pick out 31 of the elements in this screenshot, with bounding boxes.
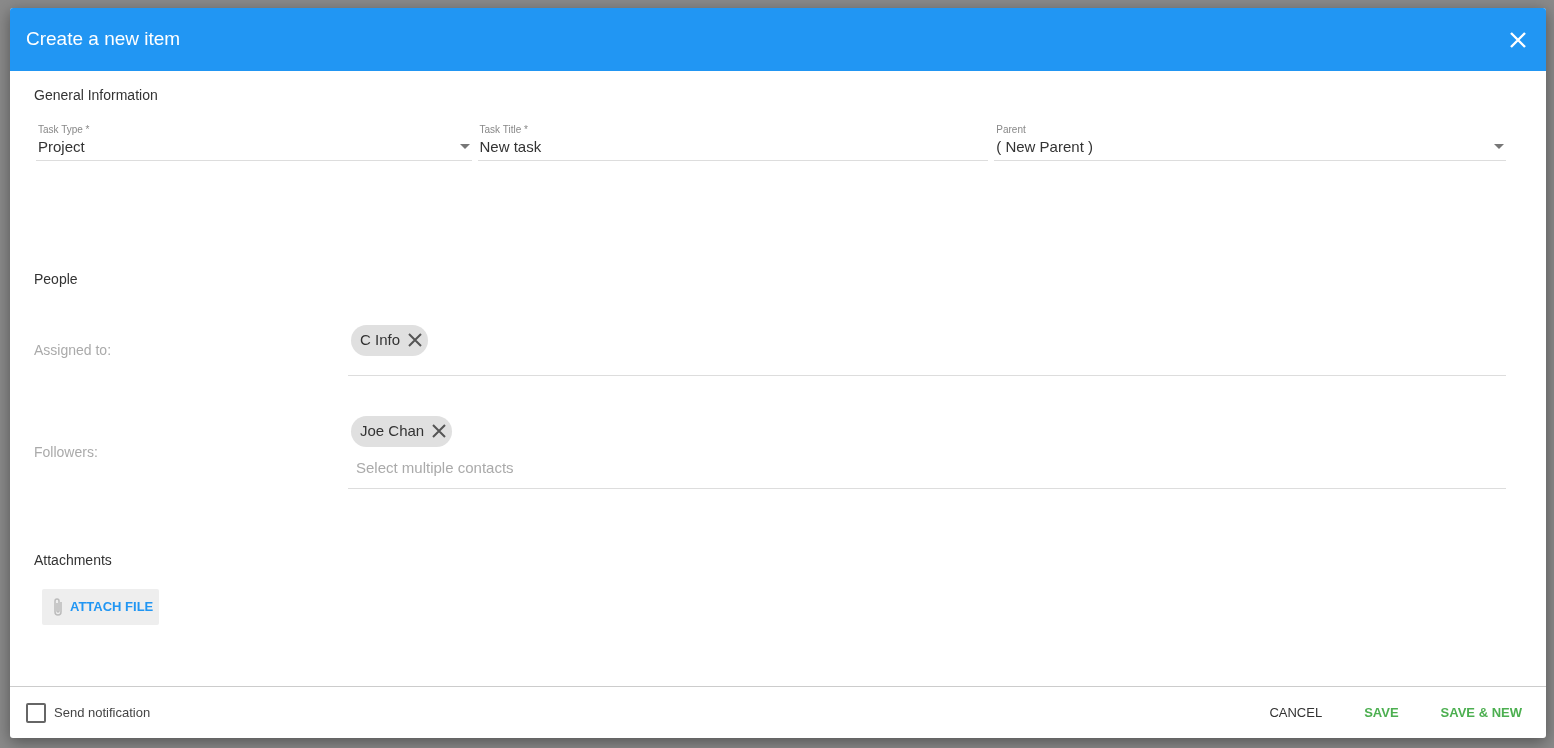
- remove-icon[interactable]: [408, 333, 423, 348]
- field-placeholder: Select multiple contacts: [355, 457, 515, 478]
- field-label: Parent: [996, 122, 1027, 137]
- paperclip-icon: [52, 596, 64, 617]
- contact-chip[interactable]: C Info: [351, 324, 429, 356]
- chip-label: C Info: [360, 329, 401, 350]
- contact-field[interactable]: Joe Chan Select multiple contacts: [348, 415, 1506, 490]
- input-field[interactable]: Task Title * New task: [477, 122, 989, 161]
- field-value: ( New Parent ): [996, 136, 1093, 157]
- dropdown-caret-icon: [459, 144, 470, 150]
- field-label: Task Title *: [479, 122, 529, 137]
- section-heading: People: [34, 270, 79, 288]
- field-label: Followers:: [34, 442, 99, 462]
- field-label: Assigned to:: [34, 340, 113, 360]
- dropdown-field[interactable]: Parent ( New Parent ): [994, 122, 1506, 161]
- remove-icon[interactable]: [432, 424, 447, 439]
- field-value: New task: [479, 136, 542, 157]
- section-heading: Attachments: [34, 552, 113, 569]
- chip-label: Joe Chan: [360, 420, 425, 441]
- close-icon: [1510, 31, 1526, 48]
- contact-chip[interactable]: Joe Chan: [351, 415, 453, 447]
- dropdown-caret-icon: [1494, 144, 1504, 150]
- field-label: Task Type *: [38, 122, 91, 137]
- dropdown-field[interactable]: Task Type * Project: [36, 122, 472, 161]
- contact-field[interactable]: C Info: [348, 324, 1506, 376]
- checkbox[interactable]: [26, 702, 46, 723]
- section-heading: General Information: [34, 87, 159, 104]
- field-value: Project: [38, 136, 85, 157]
- dialog-title: Create a new item: [26, 28, 181, 51]
- cancel-button[interactable]: CANCEL: [1259, 696, 1333, 729]
- checkbox-label: Send notification: [54, 703, 151, 722]
